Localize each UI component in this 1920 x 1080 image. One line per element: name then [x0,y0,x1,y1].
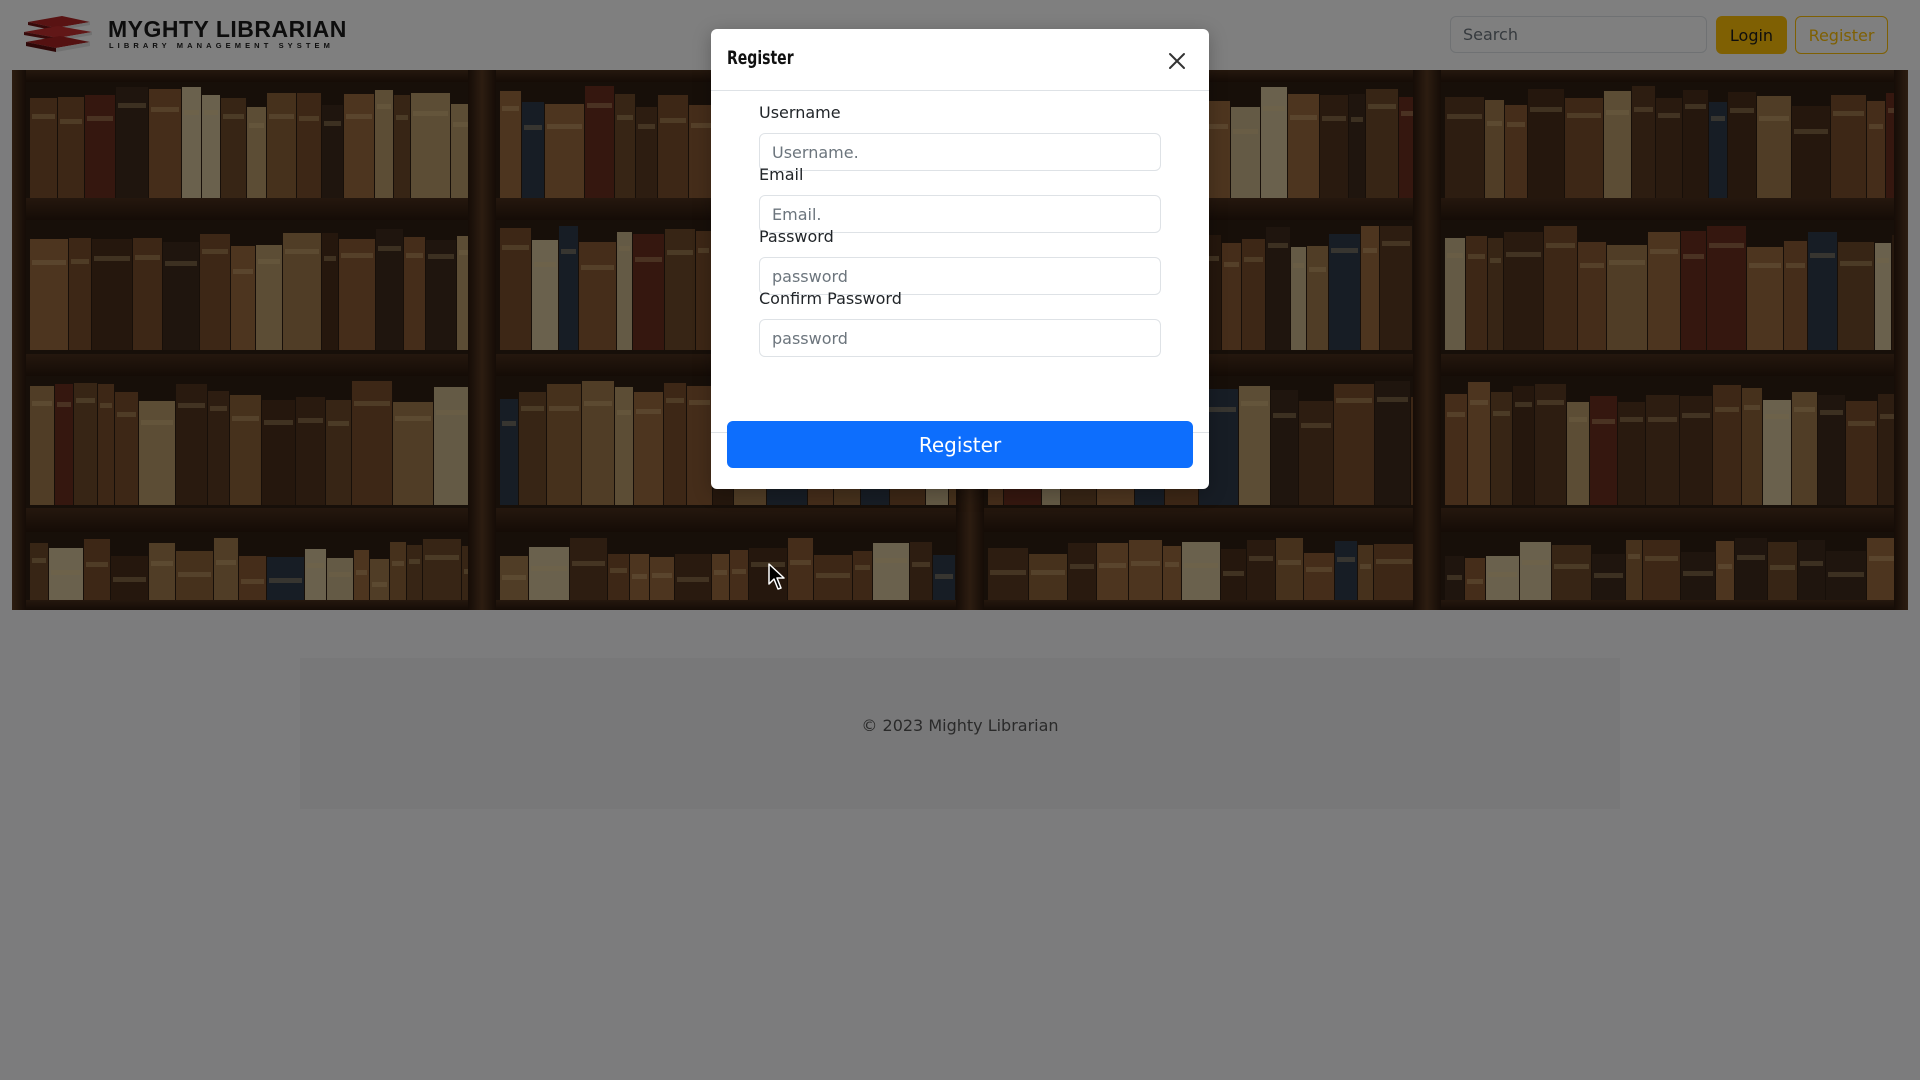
close-button[interactable] [1161,45,1193,77]
email-label: Email [759,165,804,184]
close-icon [1169,53,1185,69]
confirm-password-label: Confirm Password [759,289,902,308]
mouse-cursor-icon [768,563,785,590]
modal-title: Register [727,47,794,69]
register-submit-button[interactable]: Register [727,421,1193,468]
confirm-password-input[interactable] [759,319,1161,357]
password-label: Password [759,227,834,246]
username-input[interactable] [759,133,1161,171]
register-modal: Register Username Email Password Confirm… [711,29,1209,489]
username-label: Username [759,103,841,122]
modal-header: Register [711,29,1209,91]
modal-body: Username Email Password Confirm Password [711,91,1209,433]
